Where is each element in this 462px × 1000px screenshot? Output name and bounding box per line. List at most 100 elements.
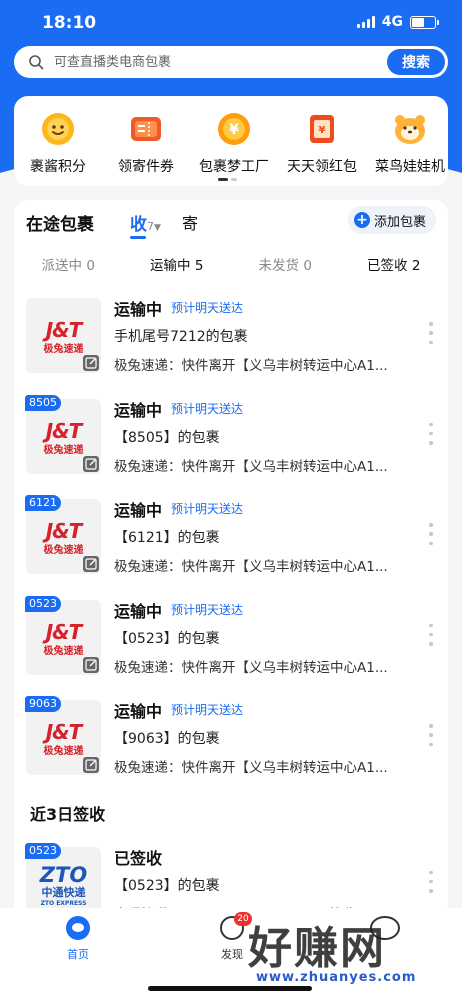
quick-action-label: 包裹梦工厂 bbox=[199, 159, 269, 175]
carrier-logo-en: ZTO EXPRESS bbox=[40, 899, 87, 907]
package-status: 已签收 bbox=[114, 848, 163, 868]
package-name: 【8505】的包裹 bbox=[114, 429, 220, 446]
status-indicators: 4G bbox=[356, 14, 439, 30]
package-name: 【0523】的包裹 bbox=[114, 630, 220, 647]
carrier-logo-text: J&T bbox=[45, 418, 83, 443]
svg-text:¥: ¥ bbox=[319, 125, 326, 136]
edit-icon[interactable] bbox=[83, 355, 99, 371]
filter-not-shipped[interactable]: 未发货 0 bbox=[231, 254, 340, 274]
quick-action-label: 天天领红包 bbox=[287, 159, 357, 175]
more-vertical-icon[interactable] bbox=[426, 724, 436, 746]
package-eta: 预计明天送达 bbox=[171, 602, 244, 617]
search-icon bbox=[29, 55, 44, 70]
package-tag: 0523 bbox=[25, 842, 61, 859]
status-time: 18:10 bbox=[42, 13, 97, 33]
add-package-label: 添加包裹 bbox=[373, 214, 426, 230]
more-vertical-icon[interactable] bbox=[426, 422, 436, 445]
package-list: J&T 极兔速递 运输中 预计明天送达 手机尾号7212的包裹 极兔速递：快件离开… bbox=[14, 292, 448, 920]
ticket-icon bbox=[127, 110, 165, 148]
package-item[interactable]: J&T 极兔速递 8505 运输中 预计明天送达 【8505】的包裹 极兔速递：快… bbox=[14, 393, 448, 494]
more-vertical-icon[interactable] bbox=[426, 870, 436, 893]
bear-icon bbox=[391, 110, 429, 148]
quick-action-clawmachine[interactable]: 菜鸟娃娃机 bbox=[366, 110, 448, 176]
package-item[interactable]: J&T 极兔速递 6121 运输中 预计明天送达 【6121】的包裹 极兔速递：快… bbox=[14, 493, 448, 594]
signal-icon bbox=[356, 16, 375, 28]
package-eta: 预计明天送达 bbox=[171, 502, 244, 516]
tab-underline bbox=[130, 236, 146, 239]
tab-send[interactable]: 寄 bbox=[182, 210, 198, 234]
package-status: 运输中 bbox=[114, 601, 163, 621]
edit-icon[interactable] bbox=[83, 757, 99, 773]
package-status: 运输中 bbox=[114, 501, 163, 520]
filter-signed[interactable]: 已签收 2 bbox=[340, 254, 449, 274]
carrier-logo-sub: 极兔速递 bbox=[43, 746, 84, 757]
packages-card: 在途包裹 收7▼ 寄 + 添加包裹 派送中 0 运输中 5 未发货 0 已签收 … bbox=[14, 200, 448, 920]
package-name: 【6121】的包裹 bbox=[114, 530, 220, 546]
quick-action-label: 领寄件券 bbox=[118, 159, 174, 175]
packages-title: 在途包裹 bbox=[26, 215, 94, 235]
edit-icon[interactable] bbox=[83, 455, 99, 472]
more-vertical-icon[interactable] bbox=[426, 523, 436, 545]
add-package-button[interactable]: + 添加包裹 bbox=[347, 206, 436, 234]
red-envelope-icon: ¥ bbox=[303, 110, 341, 148]
package-trace: 极兔速递：快件离开【义乌丰树转运中心A1... bbox=[114, 358, 388, 374]
carrier-logo-sub: 极兔速递 bbox=[43, 545, 84, 556]
package-trace: 极兔速递：快件离开【义乌丰树转运中心A1... bbox=[114, 559, 388, 575]
quick-action-factory[interactable]: ¥ 包裹梦工厂 bbox=[190, 110, 278, 176]
nav-home[interactable]: 首页 bbox=[56, 916, 100, 962]
package-tag: 8505 bbox=[25, 394, 61, 411]
edit-icon[interactable] bbox=[83, 556, 99, 572]
package-item[interactable]: J&T 极兔速递 0523 运输中 预计明天送达 【0523】的包裹 极兔速递：快… bbox=[14, 594, 448, 695]
carrier-logo-sub: 极兔速递 bbox=[43, 645, 84, 657]
package-eta: 预计明天送达 bbox=[171, 301, 244, 315]
package-item[interactable]: J&T 极兔速递 运输中 预计明天送达 手机尾号7212的包裹 极兔速递：快件离开… bbox=[14, 292, 448, 393]
carrier-logo-sub: 中通快递 bbox=[41, 885, 86, 899]
search-bar[interactable]: 搜索 bbox=[14, 46, 448, 78]
chevron-down-icon: ▼ bbox=[154, 223, 161, 233]
network-label: 4G bbox=[381, 14, 403, 30]
tab-receive[interactable]: 收7▼ bbox=[130, 210, 161, 235]
package-name: 【9063】的包裹 bbox=[114, 731, 220, 747]
package-status: 运输中 bbox=[114, 400, 163, 420]
status-filter: 派送中 0 运输中 5 未发货 0 已签收 2 bbox=[14, 254, 448, 274]
quick-action-redpacket[interactable]: ¥ 天天领红包 bbox=[278, 110, 366, 176]
yen-coin-icon: ¥ bbox=[215, 110, 253, 148]
page-indicator bbox=[218, 178, 237, 181]
watermark-url: www.zhuanyes.com bbox=[256, 970, 417, 985]
package-eta: 预计明天送达 bbox=[171, 401, 244, 416]
carrier-logo-text: J&T bbox=[45, 519, 83, 543]
package-status: 运输中 bbox=[114, 702, 163, 721]
quick-action-coupon[interactable]: 领寄件券 bbox=[102, 110, 190, 176]
carrier-logo-text: J&T bbox=[45, 318, 83, 342]
home-icon bbox=[66, 916, 90, 940]
signed-section-title: 近3日签收 bbox=[30, 804, 106, 824]
home-indicator bbox=[148, 986, 312, 991]
filter-in-transit[interactable]: 运输中 5 bbox=[123, 254, 232, 274]
quick-actions-card: 裹酱积分 领寄件券 ¥ 包裹梦工厂 ¥ 天天领红包 菜鸟娃娃机 bbox=[14, 96, 448, 186]
tab-receive-count: 7 bbox=[147, 220, 154, 233]
carrier-logo-text: J&T bbox=[45, 720, 83, 744]
status-bar: 18:10 4G bbox=[0, 0, 462, 46]
filter-delivering[interactable]: 派送中 0 bbox=[14, 254, 123, 274]
carrier-logo-sub: 极兔速递 bbox=[43, 444, 84, 456]
carrier-logo-text: J&T bbox=[45, 619, 83, 644]
tab-receive-label: 收 bbox=[130, 215, 147, 235]
more-vertical-icon[interactable] bbox=[426, 322, 436, 344]
nav-home-label: 首页 bbox=[67, 948, 89, 961]
quick-action-label: 裹酱积分 bbox=[30, 159, 86, 175]
package-tag: 9063 bbox=[25, 696, 61, 712]
package-tag: 6121 bbox=[25, 495, 61, 511]
watermark-text: 好赚网 bbox=[248, 923, 386, 974]
quick-action-points[interactable]: 裹酱积分 bbox=[14, 110, 102, 176]
edit-icon[interactable] bbox=[83, 656, 99, 673]
package-eta: 预计明天送达 bbox=[171, 703, 244, 717]
quick-action-label: 菜鸟娃娃机 bbox=[375, 159, 445, 175]
package-trace: 极兔速递：快件离开【义乌丰树转运中心A1... bbox=[114, 659, 388, 676]
package-status: 运输中 bbox=[114, 300, 163, 319]
plus-icon: + bbox=[353, 212, 370, 228]
package-name: 【0523】的包裹 bbox=[114, 877, 220, 894]
more-vertical-icon[interactable] bbox=[426, 623, 436, 646]
package-item[interactable]: J&T 极兔速递 9063 运输中 预计明天送达 【9063】的包裹 极兔速递：快… bbox=[14, 694, 448, 795]
search-button[interactable]: 搜索 bbox=[387, 49, 445, 75]
search-input[interactable] bbox=[54, 46, 374, 78]
